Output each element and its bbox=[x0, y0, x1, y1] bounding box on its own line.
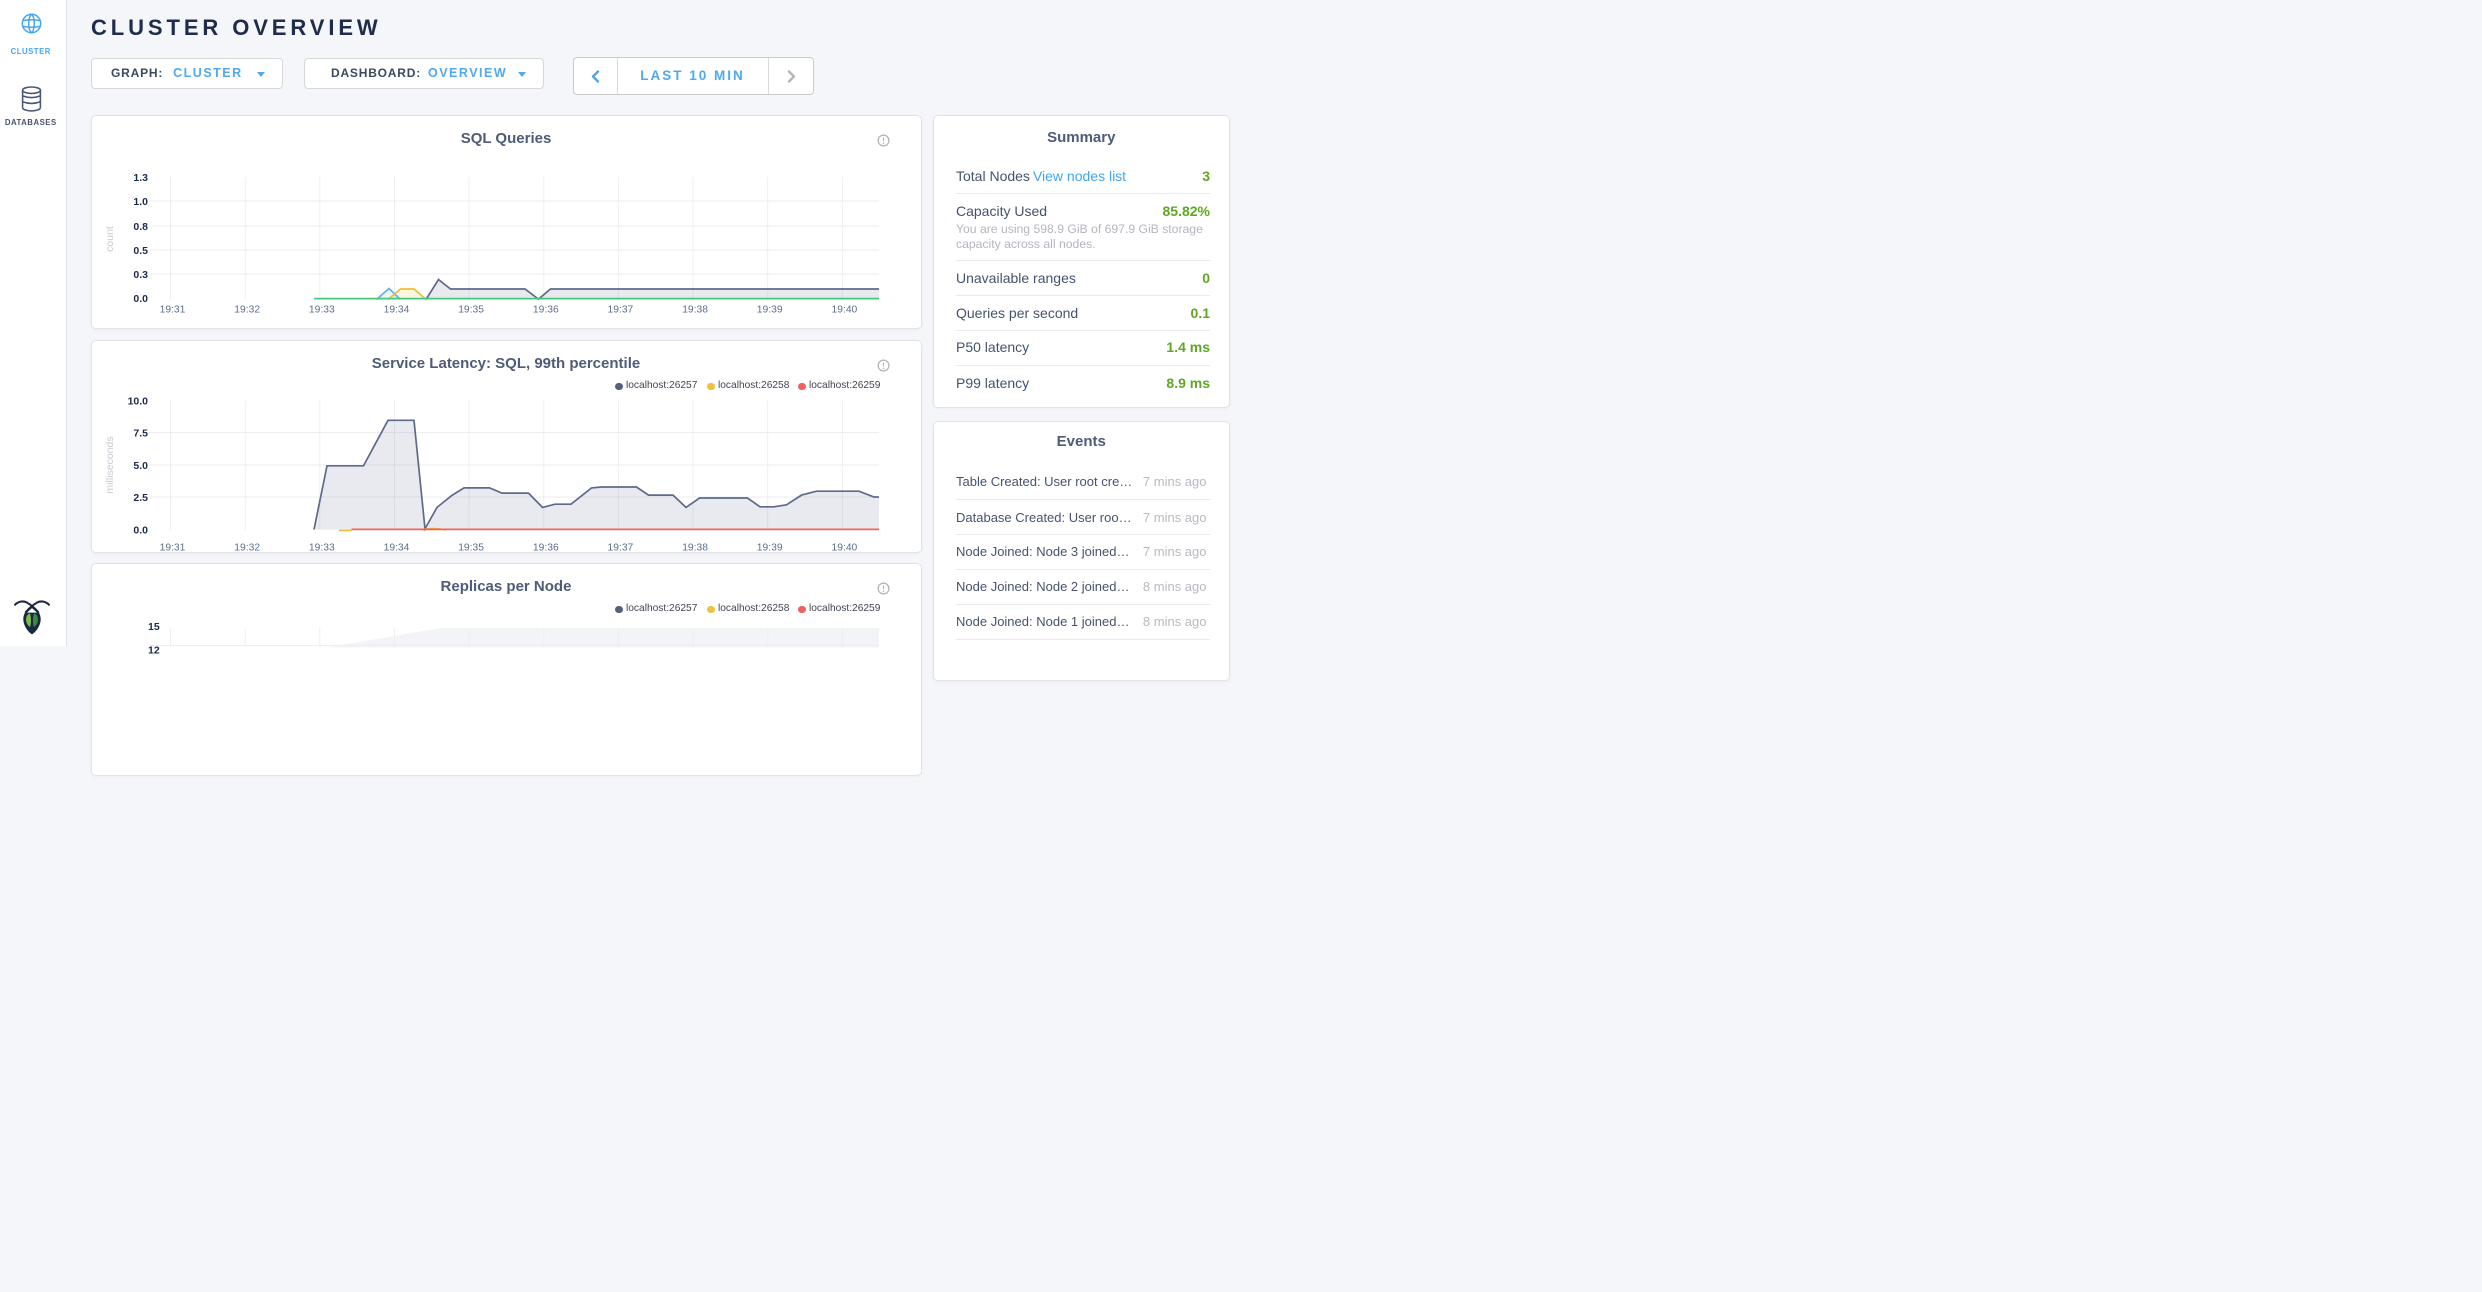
svg-text:19:37: 19:37 bbox=[607, 542, 633, 552]
svg-text:10.0: 10.0 bbox=[127, 395, 148, 407]
svg-text:19:39: 19:39 bbox=[756, 542, 782, 552]
svg-text:5.0: 5.0 bbox=[133, 460, 148, 472]
svg-text:19:35: 19:35 bbox=[458, 542, 484, 552]
svg-text:0.0: 0.0 bbox=[133, 293, 148, 305]
svg-text:19:38: 19:38 bbox=[682, 305, 708, 316]
svg-text:19:34: 19:34 bbox=[383, 542, 409, 552]
svg-text:19:31: 19:31 bbox=[159, 305, 185, 316]
svg-text:19:38: 19:38 bbox=[682, 542, 708, 552]
svg-text:0.8: 0.8 bbox=[133, 221, 148, 233]
svg-text:19:39: 19:39 bbox=[756, 305, 782, 316]
svg-text:1.3: 1.3 bbox=[133, 172, 148, 184]
svg-text:19:32: 19:32 bbox=[234, 542, 260, 552]
svg-text:12: 12 bbox=[148, 644, 160, 656]
svg-text:19:36: 19:36 bbox=[532, 305, 558, 316]
svg-text:2.5: 2.5 bbox=[133, 492, 148, 504]
svg-text:19:31: 19:31 bbox=[159, 542, 185, 552]
svg-text:19:33: 19:33 bbox=[308, 542, 334, 552]
svg-text:7.5: 7.5 bbox=[133, 427, 148, 439]
svg-text:19:33: 19:33 bbox=[308, 305, 334, 316]
svg-text:0.3: 0.3 bbox=[133, 269, 148, 281]
svg-text:0.5: 0.5 bbox=[133, 245, 148, 257]
svg-text:15: 15 bbox=[148, 621, 160, 633]
svg-text:0.0: 0.0 bbox=[133, 524, 148, 536]
svg-text:19:36: 19:36 bbox=[532, 542, 558, 552]
svg-text:1.0: 1.0 bbox=[133, 196, 148, 208]
svg-text:count: count bbox=[104, 226, 116, 252]
svg-text:19:37: 19:37 bbox=[607, 305, 633, 316]
svg-text:19:35: 19:35 bbox=[458, 305, 484, 316]
svg-text:19:32: 19:32 bbox=[234, 305, 260, 316]
svg-text:19:40: 19:40 bbox=[831, 305, 857, 316]
svg-text:19:34: 19:34 bbox=[383, 305, 409, 316]
svg-text:milliseconds: milliseconds bbox=[104, 436, 116, 493]
svg-text:19:40: 19:40 bbox=[831, 542, 857, 552]
